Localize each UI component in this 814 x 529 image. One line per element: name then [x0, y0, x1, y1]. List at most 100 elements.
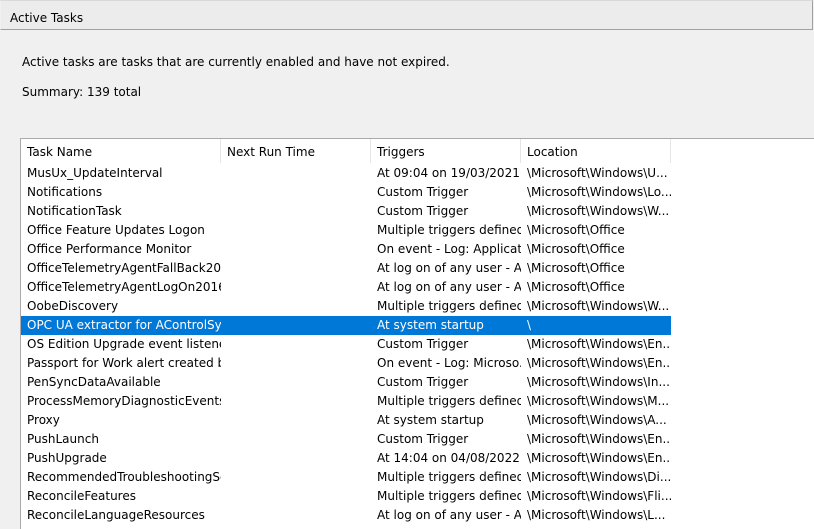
active-tasks-section-header[interactable]: Active Tasks — [0, 0, 813, 30]
location-cell: \Microsoft\Windows\En... — [527, 337, 671, 351]
table-row[interactable]: MusUx_UpdateInterval At 09:04 on 19/03/20… — [21, 164, 671, 183]
next-run-time-cell — [221, 202, 371, 221]
next-run-time-cell — [221, 183, 371, 202]
task-name-cell: Notifications — [27, 185, 103, 199]
location-cell: \Microsoft\Windows\En... — [527, 356, 671, 370]
location-cell: \Microsoft\Office — [527, 261, 625, 275]
location-cell: \Microsoft\Windows\A... — [527, 413, 667, 427]
table-row[interactable]: PenSyncDataAvailable Custom Trigger \Micro… — [21, 373, 671, 392]
triggers-cell: At log on of any user - A... — [377, 261, 521, 275]
table-row[interactable]: Office Performance Monitor On event - Log… — [21, 240, 671, 259]
triggers-cell: On event - Log: Microso... — [377, 356, 521, 370]
next-run-time-cell — [221, 506, 371, 525]
next-run-time-cell — [221, 335, 371, 354]
triggers-cell: Multiple triggers defined — [377, 299, 521, 313]
location-cell: \Microsoft\Windows\L... — [527, 508, 666, 522]
triggers-cell: At log on of any user - A... — [377, 280, 521, 294]
table-row[interactable]: OfficeTelemetryAgentFallBack2016 At log o… — [21, 259, 671, 278]
location-cell: \ — [527, 318, 532, 332]
next-run-time-cell — [221, 297, 371, 316]
table-row[interactable]: ProcessMemoryDiagnosticEvents Multiple tr… — [21, 392, 671, 411]
task-name-cell: ReconcileFeatures — [27, 489, 136, 503]
section-title: Active Tasks — [10, 11, 84, 25]
location-cell: \Microsoft\Windows\U... — [527, 166, 668, 180]
task-name-cell: ReconcileLanguageResources — [27, 508, 205, 522]
next-run-time-cell — [221, 487, 371, 506]
task-name-cell: Passport for Work alert created by ... — [27, 356, 221, 370]
location-cell: \Microsoft\Windows\W... — [527, 204, 670, 218]
active-tasks-summary: Summary: 139 total — [22, 85, 142, 99]
active-tasks-list[interactable]: Task Name Next Run Time Triggers Locatio… — [20, 138, 814, 529]
table-row[interactable]: OS Edition Upgrade event listener ... Cus… — [21, 335, 671, 354]
next-run-time-cell — [221, 468, 371, 487]
location-cell: \Microsoft\Windows\Di... — [527, 470, 671, 484]
location-cell: \Microsoft\Windows\M... — [527, 394, 670, 408]
next-run-time-cell — [221, 278, 371, 297]
table-row[interactable]: PushUpgrade At 14:04 on 04/08/2022 \Micros… — [21, 449, 671, 468]
table-row-selected[interactable]: OPC UA extractor for AControlSyst... At s… — [21, 316, 671, 335]
triggers-cell: Custom Trigger — [377, 375, 469, 389]
location-cell: \Microsoft\Office — [527, 223, 625, 237]
active-tasks-description: Active tasks are tasks that are currentl… — [22, 55, 450, 69]
task-name-cell: RecommendedTroubleshootingSc... — [27, 470, 221, 484]
next-run-time-cell — [221, 316, 371, 335]
task-name-cell: MusUx_UpdateInterval — [27, 166, 163, 180]
table-row[interactable]: PushLaunch Custom Trigger \Microsoft\Windo… — [21, 430, 671, 449]
location-cell: \Microsoft\Windows\Lo... — [527, 185, 671, 199]
task-name-cell: NotificationTask — [27, 204, 122, 218]
next-run-time-cell — [221, 221, 371, 240]
location-cell: \Microsoft\Windows\W... — [527, 299, 670, 313]
task-name-cell: Proxy — [27, 413, 60, 427]
location-cell: \Microsoft\Office — [527, 242, 625, 256]
triggers-cell: At system startup — [377, 318, 484, 332]
task-name-cell: OfficeTelemetryAgentFallBack2016 — [27, 261, 221, 275]
table-row[interactable]: ReconcileLanguageResources At log on of a… — [21, 506, 671, 525]
location-cell: \Microsoft\Windows\Fli... — [527, 489, 671, 503]
column-header-task-name[interactable]: Task Name — [21, 139, 221, 163]
triggers-cell: Multiple triggers defined — [377, 223, 521, 237]
column-header-next-run-time[interactable]: Next Run Time — [221, 139, 371, 163]
task-name-cell: PushUpgrade — [27, 451, 107, 465]
table-row[interactable]: Passport for Work alert created by ... On… — [21, 354, 671, 373]
table-row[interactable]: ReconcileFeatures Multiple triggers defin… — [21, 487, 671, 506]
task-name-cell: Office Performance Monitor — [27, 242, 192, 256]
location-cell: \Microsoft\Office — [527, 280, 625, 294]
next-run-time-cell — [221, 449, 371, 468]
next-run-time-cell — [221, 164, 371, 183]
triggers-cell: On event - Log: Applicat... — [377, 242, 521, 256]
column-header-triggers[interactable]: Triggers — [371, 139, 521, 163]
column-header-location[interactable]: Location — [521, 139, 671, 163]
table-row[interactable]: NotificationTask Custom Trigger \Microsoft… — [21, 202, 671, 221]
task-name-cell: OS Edition Upgrade event listener ... — [27, 337, 221, 351]
table-row[interactable]: Notifications Custom Trigger \Microsoft\Wi… — [21, 183, 671, 202]
next-run-time-cell — [221, 430, 371, 449]
table-row[interactable]: OfficeTelemetryAgentLogOn2016 At log on o… — [21, 278, 671, 297]
next-run-time-cell — [221, 259, 371, 278]
triggers-cell: Multiple triggers defined — [377, 394, 521, 408]
triggers-cell: Custom Trigger — [377, 432, 469, 446]
triggers-cell: Multiple triggers defined — [377, 489, 521, 503]
task-name-cell: OPC UA extractor for AControlSyst... — [27, 318, 221, 332]
table-row[interactable]: Office Feature Updates Logon Multiple tri… — [21, 221, 671, 240]
triggers-cell: Custom Trigger — [377, 204, 469, 218]
next-run-time-cell — [221, 240, 371, 259]
next-run-time-cell — [221, 354, 371, 373]
list-header: Task Name Next Run Time Triggers Locatio… — [21, 139, 814, 163]
next-run-time-cell — [221, 373, 371, 392]
triggers-cell: At system startup — [377, 413, 484, 427]
triggers-cell: At 14:04 on 04/08/2022 — [377, 451, 520, 465]
next-run-time-cell — [221, 411, 371, 430]
task-rows: MusUx_UpdateInterval At 09:04 on 19/03/20… — [21, 164, 814, 525]
task-name-cell: Office Feature Updates Logon — [27, 223, 205, 237]
location-cell: \Microsoft\Windows\En... — [527, 432, 671, 446]
triggers-cell: Custom Trigger — [377, 185, 469, 199]
table-row[interactable]: OobeDiscovery Multiple triggers defined \M… — [21, 297, 671, 316]
task-name-cell: ProcessMemoryDiagnosticEvents — [27, 394, 221, 408]
location-cell: \Microsoft\Windows\En... — [527, 451, 671, 465]
task-name-cell: PushLaunch — [27, 432, 99, 446]
location-cell: \Microsoft\Windows\In... — [527, 375, 670, 389]
triggers-cell: At log on of any user - A... — [377, 508, 521, 522]
table-row[interactable]: Proxy At system startup \Microsoft\Windows… — [21, 411, 671, 430]
task-name-cell: PenSyncDataAvailable — [27, 375, 161, 389]
table-row[interactable]: RecommendedTroubleshootingSc... Multiple … — [21, 468, 671, 487]
